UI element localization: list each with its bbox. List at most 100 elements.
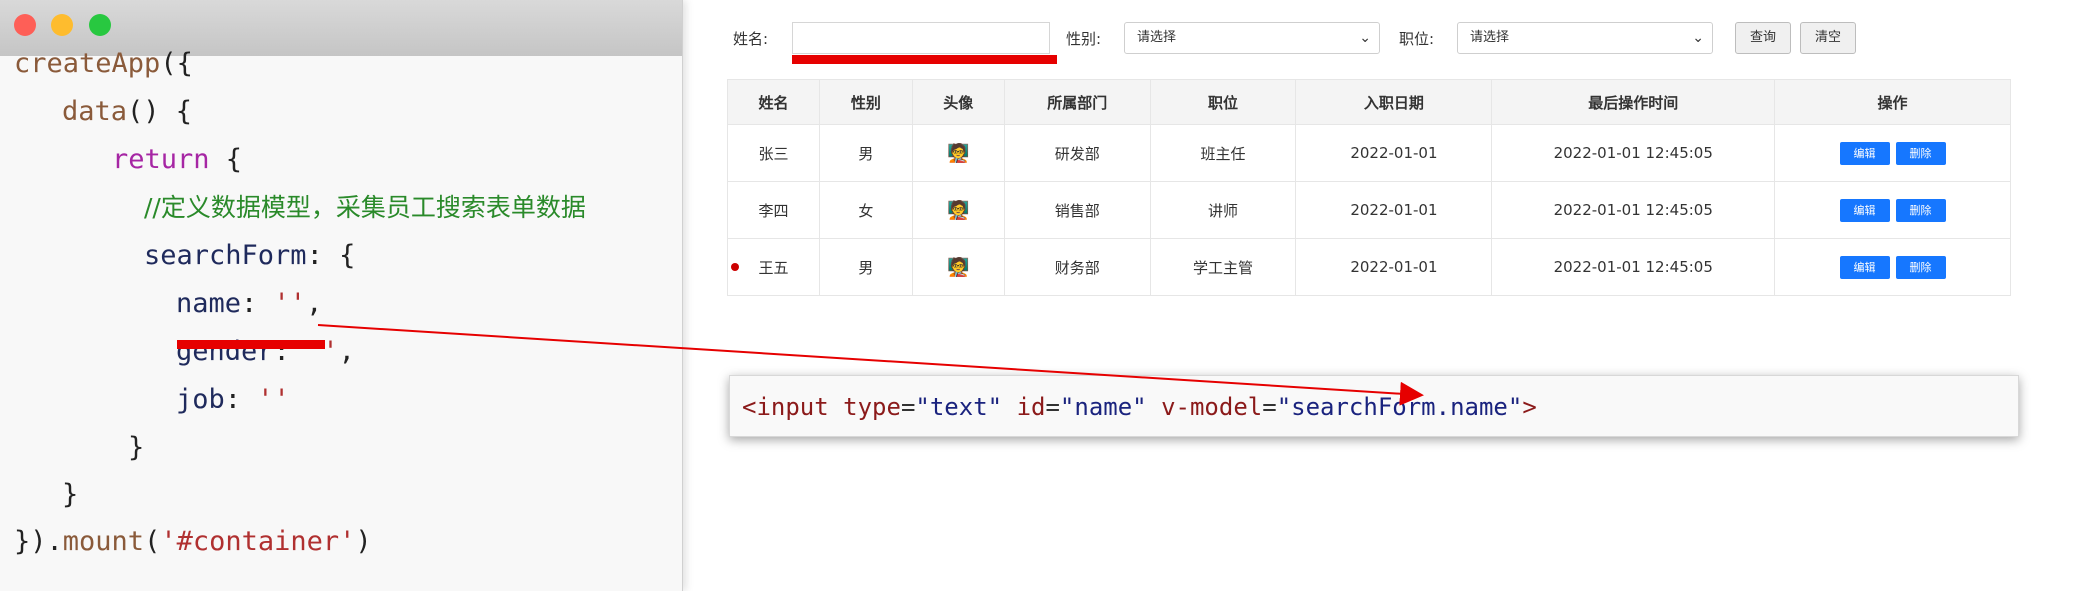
cell-entry-date: 2022-01-01: [1295, 181, 1493, 239]
cell-avatar: 🧑‍🏫: [911, 181, 1005, 239]
cell-name: 张三: [727, 124, 820, 182]
code-token: }).: [14, 526, 63, 557]
code-line: //定义数据模型，采集员工搜索表单数据: [144, 188, 586, 228]
edit-button[interactable]: 编辑: [1839, 255, 1890, 279]
snippet-token: =: [1045, 393, 1060, 421]
snippet-token: =: [900, 393, 916, 421]
cell-avatar: 🧑‍🏫: [911, 238, 1005, 296]
edit-button[interactable]: 编辑: [1839, 198, 1890, 222]
code-token: ({: [160, 48, 193, 79]
column-header: 最后操作时间: [1491, 79, 1776, 125]
query-button[interactable]: 查询: [1735, 22, 1791, 54]
cell-avatar: 🧑‍🏫: [911, 124, 1005, 182]
column-header: 性别: [818, 79, 913, 125]
cell-job-text: 讲师: [1208, 201, 1239, 220]
snippet-token: >: [1522, 393, 1537, 421]
cell-dept: 研发部: [1003, 124, 1151, 182]
cell-actions: 编辑 删除: [1774, 181, 2011, 239]
snippet-token: <input: [742, 393, 829, 421]
code-token: '': [257, 384, 290, 415]
table-row: 李四 女 🧑‍🏫 销售部 讲师 2022-01-01 2022-01-01 12:45:05…: [727, 181, 2011, 239]
cell-last-op: 2022-01-01 12:45:05: [1491, 124, 1776, 182]
cell-dept: 销售部: [1003, 181, 1151, 239]
cell-gender-text: 女: [858, 201, 874, 220]
table-row: 张三 男 🧑‍🏫 研发部 班主任 2022-01-01 2022-01-01 12:45:0…: [727, 124, 2011, 182]
gender-select[interactable]: 请选择 ⌄: [1124, 22, 1380, 54]
code-token: '': [273, 288, 307, 319]
minimize-window-button[interactable]: [51, 14, 73, 36]
avatar-icon: 🧑‍🏫: [947, 256, 970, 278]
code-token: createApp: [14, 48, 161, 79]
code-token: name: [176, 288, 242, 319]
cell-name-text: 张三: [758, 144, 789, 163]
table-row: 王五 男 🧑‍🏫 财务部 学工主管 2022-01-01 2022-01-01 12:45:…: [727, 238, 2011, 296]
code-line: gender: '',: [176, 332, 355, 372]
close-window-button[interactable]: [14, 14, 36, 36]
code-token: return: [112, 144, 210, 175]
chevron-down-icon: ⌄: [1359, 30, 1371, 46]
snippet-token: id: [1016, 393, 1046, 421]
code-line: searchForm: {: [144, 236, 355, 276]
code-token: }: [62, 479, 79, 510]
column-header: 姓名: [727, 79, 820, 125]
clear-button[interactable]: 清空: [1800, 22, 1856, 54]
cell-name: 李四: [727, 181, 820, 239]
cell-last-op-text: 2022-01-01 12:45:05: [1553, 201, 1713, 219]
code-token: '#container': [160, 526, 356, 557]
cell-gender: 男: [818, 238, 913, 296]
delete-button[interactable]: 删除: [1895, 255, 1946, 279]
cell-dept-text: 研发部: [1054, 144, 1100, 163]
code-line: return {: [112, 140, 242, 180]
cell-job-text: 班主任: [1200, 144, 1246, 163]
cell-last-op: 2022-01-01 12:45:05: [1491, 238, 1776, 296]
code-token: data: [62, 96, 128, 127]
cell-last-op-text: 2022-01-01 12:45:05: [1553, 144, 1713, 162]
cell-dept: 财务部: [1003, 238, 1151, 296]
cell-job-text: 学工主管: [1193, 258, 1254, 277]
cell-gender-text: 男: [858, 258, 874, 277]
name-search-input[interactable]: [792, 22, 1050, 54]
code-token: : {: [306, 240, 356, 271]
code-line: }: [128, 428, 144, 468]
input-code-snippet: <input type="text" id="name" v-model="se…: [729, 375, 2019, 437]
job-label: 职位:: [1399, 30, 1435, 48]
cell-actions: 编辑 删除: [1774, 238, 2011, 296]
code-token: (: [144, 526, 161, 557]
cell-gender: 男: [818, 124, 913, 182]
cell-entry-date-text: 2022-01-01: [1350, 258, 1438, 276]
code-line: job: '': [176, 380, 290, 420]
cell-entry-date: 2022-01-01: [1295, 238, 1493, 296]
code-editor-window: createApp({ data() { return { //定义数据模型，采集员工…: [0, 0, 683, 591]
job-select[interactable]: 请选择 ⌄: [1457, 22, 1713, 54]
cell-entry-date-text: 2022-01-01: [1350, 144, 1438, 162]
cell-gender: 女: [818, 181, 913, 239]
snippet-token: v-model: [1161, 393, 1263, 421]
code-token: :: [224, 384, 258, 415]
cell-entry-date-text: 2022-01-01: [1350, 201, 1438, 219]
code-line: data() {: [62, 92, 192, 132]
maximize-window-button[interactable]: [89, 14, 111, 36]
code-token: }: [128, 432, 145, 463]
column-header: 所属部门: [1003, 79, 1151, 125]
code-token: () {: [127, 96, 193, 127]
cell-dept-text: 财务部: [1054, 258, 1100, 277]
delete-button[interactable]: 删除: [1895, 141, 1946, 165]
cell-entry-date: 2022-01-01: [1295, 124, 1493, 182]
code-token: ,: [306, 288, 323, 319]
cell-job: 学工主管: [1149, 238, 1297, 296]
delete-button[interactable]: 删除: [1895, 198, 1946, 222]
code-token: //定义数据模型，采集员工搜索表单数据: [144, 193, 586, 222]
snippet-token: [829, 393, 843, 421]
gender-select-value: 请选择: [1137, 30, 1177, 45]
gender-label: 性别:: [1066, 30, 1102, 48]
snippet-token: type: [843, 393, 901, 421]
edit-button[interactable]: 编辑: [1839, 141, 1890, 165]
avatar-icon: 🧑‍🏫: [947, 199, 970, 221]
cell-name-text: 李四: [758, 201, 789, 220]
cell-dept-text: 销售部: [1054, 201, 1100, 220]
cell-name-text: 王五: [758, 258, 789, 277]
code-token: mount: [62, 526, 145, 557]
column-header: 入职日期: [1295, 79, 1493, 125]
cell-last-op-text: 2022-01-01 12:45:05: [1553, 258, 1713, 276]
cell-actions: 编辑 删除: [1774, 124, 2011, 182]
